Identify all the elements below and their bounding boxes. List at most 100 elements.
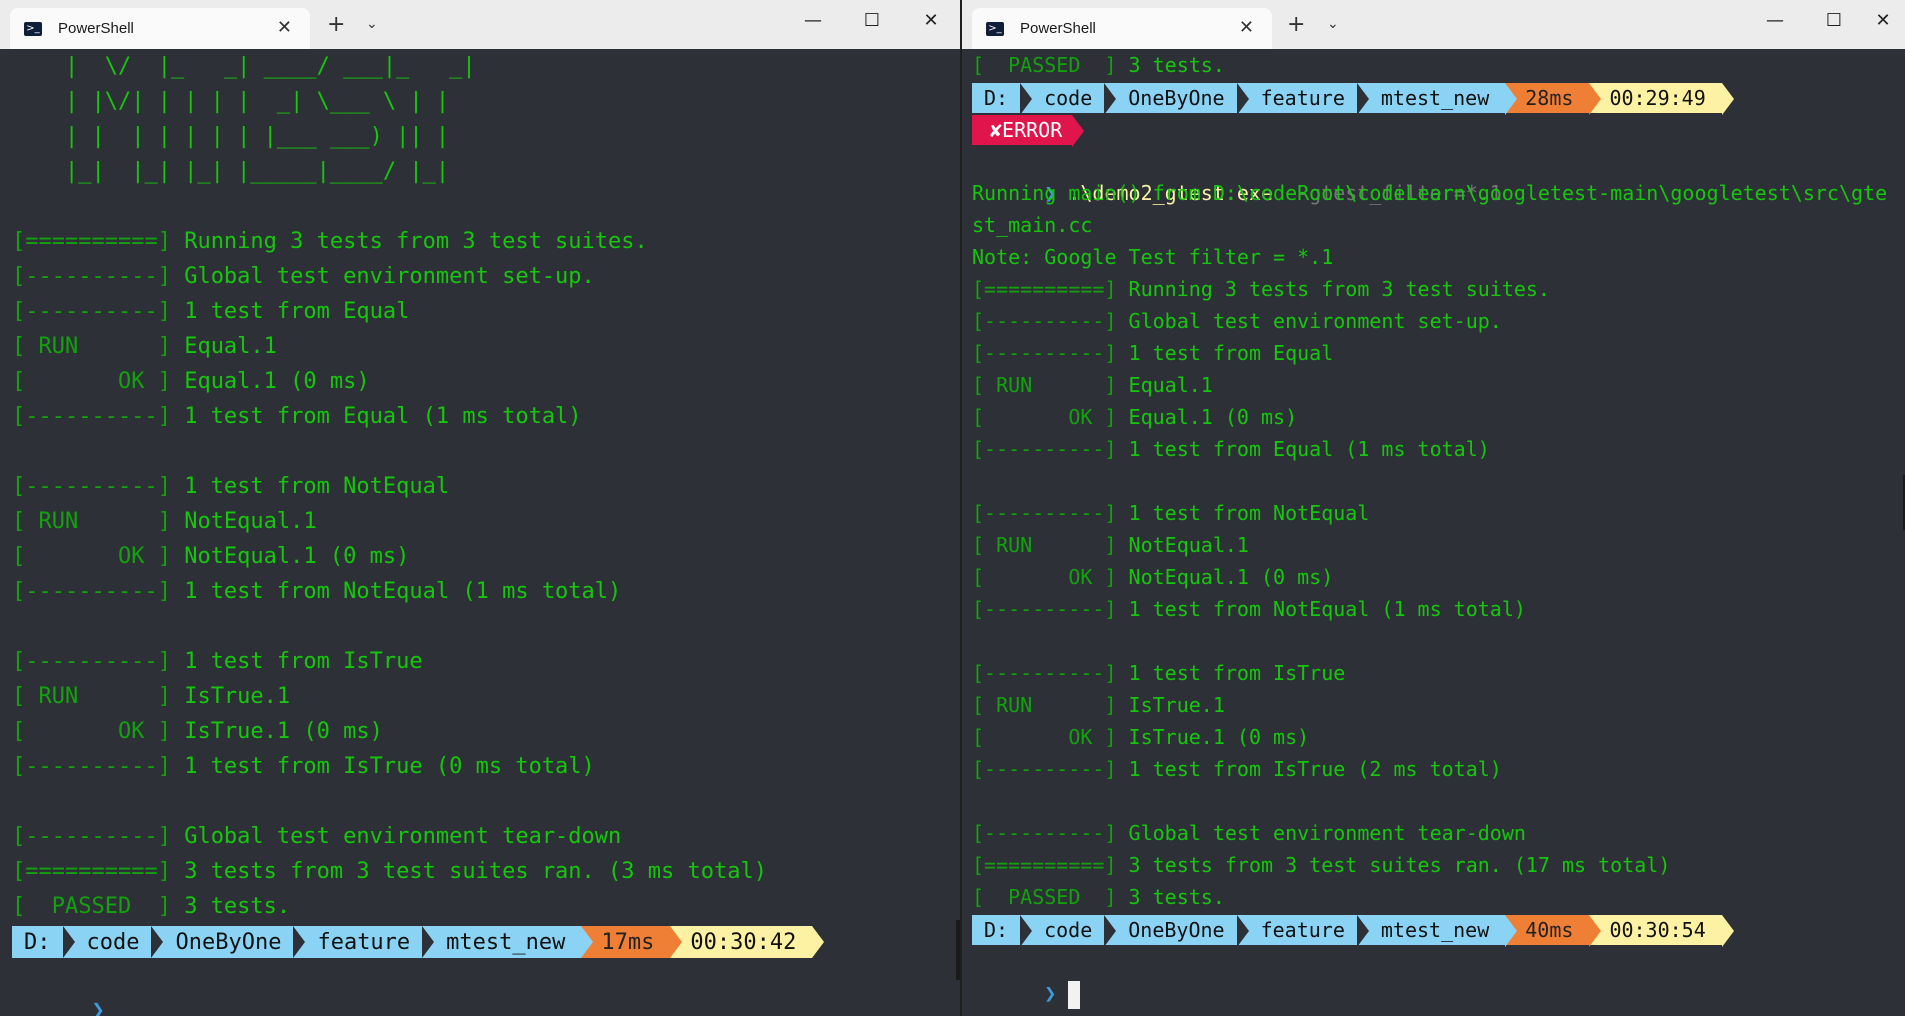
output-text: 1 test from NotEqual (1116, 501, 1370, 525)
terminal-output[interactable]: [ PASSED ] 3 tests. D: code OneByOne featur… (962, 49, 1905, 1016)
output-text: IsTrue.1 (0 ms) (170, 719, 383, 744)
status-bracket: [----------] (12, 404, 171, 429)
output-line: [ PASSED ] 3 tests. (972, 881, 1905, 913)
output-text: NotEqual.1 (1116, 533, 1249, 557)
command-line[interactable]: ❯ .\demo2_gtest.exe --gtest_filter=*.1 (972, 145, 1905, 205)
status-bracket: [----------] (972, 757, 1117, 781)
close-tab-icon[interactable]: ✕ (277, 17, 292, 38)
title-bar: >_ PowerShell ✕ + ⌄ — ☐ ✕ (0, 0, 960, 49)
ascii-art-line: | \/ |_ _| ____/ ___|_ _| (12, 54, 476, 79)
output-line: [ OK ] Equal.1 (0 ms) (972, 401, 1905, 433)
output-text: 1 test from IsTrue (0 ms total) (170, 754, 595, 779)
output-text: NotEqual.1 (0 ms) (1116, 565, 1334, 589)
status-bracket: [==========] (972, 853, 1117, 877)
maximize-icon[interactable]: ☐ (857, 10, 887, 31)
output-text: 1 test from IsTrue (2 ms total) (1116, 757, 1502, 781)
output-line: [ RUN ] NotEqual.1 (12, 504, 960, 539)
output-text: Equal.1 (170, 334, 277, 359)
path-segment-label: D: (984, 86, 1009, 110)
path-segment: mtest_new (1360, 915, 1518, 947)
output-line: [ OK ] IsTrue.1 (0 ms) (972, 721, 1905, 753)
duration-segment: 28ms (1505, 83, 1602, 115)
output-line: [ OK ] Equal.1 (0 ms) (12, 364, 960, 399)
output-line: [==========] Running 3 tests from 3 test… (12, 224, 960, 259)
output-line: Running main() from D:\codeRoot\codeLear… (972, 181, 1888, 205)
output-line: [----------] 1 test from IsTrue (2 ms to… (972, 753, 1905, 785)
path-segment-label: OneByOne (1128, 918, 1225, 942)
chevron-right-icon (1104, 83, 1117, 115)
chevron-right-icon (293, 926, 306, 958)
status-bracket: [----------] (12, 579, 171, 604)
output-text: NotEqual.1 (170, 509, 317, 534)
duration-segment: 40ms (1505, 915, 1602, 947)
output-line: [----------] 1 test from Equal (12, 294, 960, 329)
output-line: [ OK ] IsTrue.1 (0 ms) (12, 714, 960, 749)
output-text: Equal.1 (0 ms) (170, 369, 370, 394)
status-bracket: [==========] (972, 277, 1117, 301)
output-line: [ RUN ] Equal.1 (972, 369, 1905, 401)
time-label: 00:29:49 (1609, 86, 1706, 110)
status-bracket: [ OK ] (12, 369, 171, 394)
path-segment: code (66, 926, 164, 958)
output-line: [ OK ] NotEqual.1 (0 ms) (12, 539, 960, 574)
minimize-icon[interactable]: — (1760, 10, 1790, 31)
path-segment: code (1024, 83, 1117, 115)
path-segment: feature (1240, 83, 1369, 115)
new-tab-button[interactable]: + (327, 14, 345, 36)
output-line: Note: Google Test filter = *.1 (972, 245, 1334, 269)
status-bracket: [----------] (12, 649, 171, 674)
output-text: Global test environment set-up. (1116, 309, 1502, 333)
chevron-right-icon (422, 926, 435, 958)
status-bracket: [----------] (972, 309, 1117, 333)
new-tab-button[interactable]: + (1287, 14, 1305, 36)
status-bracket: [ OK ] (972, 725, 1117, 749)
output-text: Equal.1 (0 ms) (1116, 405, 1298, 429)
prompt-line[interactable]: ❯ (972, 945, 1905, 1009)
output-text: Equal.1 (1116, 373, 1213, 397)
chevron-down-icon[interactable]: ⌄ (1327, 16, 1339, 32)
prompt-bar: D: code OneByOne feature mtest_new 17ms 00:30:… (12, 926, 960, 958)
chevron-right-icon (1589, 915, 1602, 947)
status-bracket: [----------] (972, 437, 1117, 461)
close-tab-icon[interactable]: ✕ (1239, 17, 1254, 38)
error-segment: ✘ERROR (972, 115, 1085, 147)
output-text: 3 tests. (170, 894, 291, 919)
output-line: [ RUN ] IsTrue.1 (12, 679, 960, 714)
close-window-icon[interactable]: ✕ (916, 10, 946, 31)
powershell-icon: >_ (986, 21, 1004, 36)
path-segment-label: OneByOne (1128, 86, 1225, 110)
chevron-right-icon (1020, 83, 1033, 115)
path-segment-label: D: (24, 929, 51, 955)
status-bracket: [ OK ] (972, 565, 1117, 589)
output-line: [----------] 1 test from IsTrue (0 ms to… (12, 749, 960, 784)
path-segment-label: mtest_new (446, 929, 566, 955)
path-segment-label: code (1044, 86, 1093, 110)
output-text: 1 test from Equal (1 ms total) (170, 404, 582, 429)
output-text: 1 test from Equal (170, 299, 410, 324)
ascii-art-line: | | | | | | | |___ ___) || | (12, 124, 450, 149)
prompt-line[interactable]: ❯ (12, 958, 960, 1016)
tab-powershell[interactable]: >_ PowerShell ✕ (972, 8, 1272, 49)
output-text: Global test environment tear-down (170, 824, 622, 849)
maximize-icon[interactable]: ☐ (1819, 10, 1849, 31)
tab-powershell[interactable]: >_ PowerShell ✕ (10, 8, 310, 49)
output-text: Running 3 tests from 3 test suites. (170, 229, 648, 254)
status-bracket: [ RUN ] (972, 693, 1117, 717)
prompt-bar: D: code OneByOne feature mtest_new 28ms 00:29:… (972, 83, 1905, 115)
chevron-right-icon (812, 926, 825, 958)
chevron-down-icon[interactable]: ⌄ (366, 16, 378, 32)
output-text: 3 tests. (1116, 885, 1225, 909)
output-line: [==========] 3 tests from 3 test suites … (12, 854, 960, 889)
status-bracket: [==========] (12, 859, 171, 884)
chevron-right-icon (1505, 83, 1518, 115)
close-window-icon[interactable]: ✕ (1868, 10, 1898, 31)
chevron-right-icon (62, 926, 75, 958)
output-text: IsTrue.1 (0 ms) (1116, 725, 1310, 749)
output-line: [----------] 1 test from IsTrue (972, 657, 1905, 689)
duration-label: 40ms (1525, 918, 1574, 942)
status-bracket: [----------] (12, 824, 171, 849)
terminal-output[interactable]: | \/ |_ _| ____/ ___|_ _| | |\/| | | | |… (0, 49, 960, 1016)
minimize-icon[interactable]: — (798, 10, 828, 31)
